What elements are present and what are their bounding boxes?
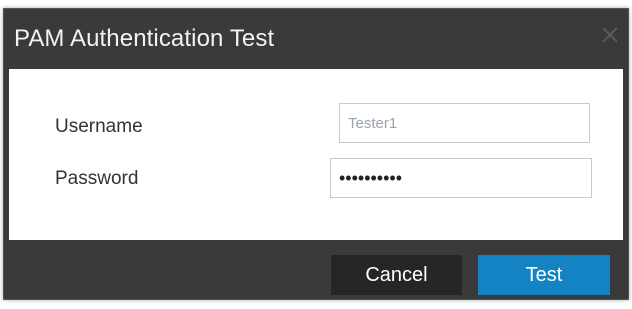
username-label: Username — [55, 116, 143, 137]
dialog-body: Username Password — [9, 69, 623, 240]
screen: PAM Authentication Test Username Passwor… — [0, 0, 632, 309]
password-label: Password — [55, 168, 139, 189]
test-button[interactable]: Test — [478, 255, 610, 295]
close-icon-glyph — [602, 27, 618, 43]
dialog-title: PAM Authentication Test — [14, 25, 275, 52]
password-field[interactable] — [330, 158, 592, 198]
username-field[interactable] — [339, 103, 590, 143]
dialog-footer: Cancel Test — [4, 240, 628, 299]
pam-authentication-test-dialog: PAM Authentication Test Username Passwor… — [3, 8, 629, 300]
dialog-titlebar: PAM Authentication Test — [4, 9, 628, 69]
close-icon[interactable] — [598, 23, 622, 47]
cancel-button[interactable]: Cancel — [331, 255, 462, 295]
